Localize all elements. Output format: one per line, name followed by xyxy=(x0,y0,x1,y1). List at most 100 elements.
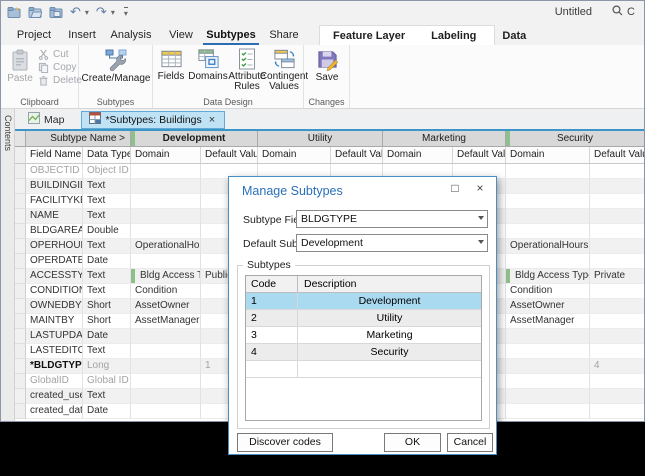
subtype-code-row[interactable] xyxy=(246,361,481,378)
tab-labeling[interactable]: Labeling xyxy=(418,27,489,45)
command-search[interactable]: C xyxy=(612,5,642,19)
cell-sec-domain[interactable] xyxy=(506,389,590,404)
default-subtype-combo[interactable]: Development xyxy=(296,234,488,252)
domain-header[interactable]: Domain xyxy=(506,147,590,164)
cell-sec-domain[interactable]: AssetManager xyxy=(506,314,590,329)
cell-data-type[interactable]: Text xyxy=(83,269,131,284)
create-manage-button[interactable]: Create/Manage xyxy=(82,48,150,84)
fields-button[interactable]: Fields xyxy=(155,48,187,82)
tab-project[interactable]: Project xyxy=(11,25,57,45)
cell-dev-domain[interactable] xyxy=(131,344,201,359)
code-header[interactable]: Code xyxy=(246,276,298,292)
cell-dev-domain[interactable] xyxy=(131,389,201,404)
cell-field-name[interactable]: LASTUPDATE xyxy=(26,329,83,344)
row-selector[interactable] xyxy=(15,359,26,374)
maximize-icon[interactable]: □ xyxy=(444,181,466,195)
cell-sec-domain[interactable]: Condition xyxy=(506,284,590,299)
row-selector[interactable] xyxy=(15,254,26,269)
cell-description[interactable]: Marketing xyxy=(298,327,481,343)
cell-data-type[interactable]: Text xyxy=(83,389,131,404)
cell-sec-default[interactable] xyxy=(590,404,645,419)
redo-dropdown-icon[interactable]: ▾ xyxy=(111,8,115,17)
cell-data-type[interactable]: Date xyxy=(83,329,131,344)
tab-feature-layer[interactable]: Feature Layer xyxy=(320,27,418,45)
cell-sec-domain[interactable] xyxy=(506,374,590,389)
cell-sec-default[interactable]: Private xyxy=(590,269,645,284)
cut-button[interactable]: Cut xyxy=(38,49,82,60)
subtype-header-utility[interactable]: Utility xyxy=(258,131,383,147)
row-selector[interactable] xyxy=(15,179,26,194)
redo-icon[interactable]: ↷ xyxy=(96,5,107,19)
customize-toolbar-icon[interactable]: ▾ xyxy=(124,7,128,18)
cell-data-type[interactable]: Double xyxy=(83,224,131,239)
cell-field-name[interactable]: BUILDINGID xyxy=(26,179,83,194)
cell-dev-domain[interactable] xyxy=(131,179,201,194)
cell-field-name[interactable]: ACCESSTYPE xyxy=(26,269,83,284)
cell-data-type[interactable]: Text xyxy=(83,194,131,209)
domain-header[interactable]: Domain xyxy=(383,147,453,164)
cell-field-name[interactable]: LASTEDITOR xyxy=(26,344,83,359)
cell-sec-domain[interactable] xyxy=(506,209,590,224)
row-selector[interactable] xyxy=(15,404,26,419)
cell-dev-domain[interactable]: Condition xyxy=(131,284,201,299)
cell-dev-domain[interactable] xyxy=(131,404,201,419)
cell-field-name[interactable]: MAINTBY xyxy=(26,314,83,329)
cell-sec-domain[interactable] xyxy=(506,329,590,344)
subtype-header-security[interactable]: Security xyxy=(506,131,645,147)
row-selector[interactable] xyxy=(15,164,26,179)
row-selector[interactable] xyxy=(15,374,26,389)
cell-sec-domain[interactable] xyxy=(506,344,590,359)
cell-data-type[interactable]: Global ID xyxy=(83,374,131,389)
undo-dropdown-icon[interactable]: ▾ xyxy=(85,8,89,17)
cell-field-name[interactable]: CONDITION xyxy=(26,284,83,299)
cell-sec-default[interactable] xyxy=(590,194,645,209)
cell-sec-domain[interactable] xyxy=(506,164,590,179)
row-selector[interactable] xyxy=(15,194,26,209)
cell-sec-default[interactable] xyxy=(590,209,645,224)
cell-sec-default[interactable] xyxy=(590,179,645,194)
contents-pane-tab[interactable]: Contents xyxy=(1,109,15,421)
tab-subtypes[interactable]: Subtypes xyxy=(203,25,259,45)
cell-sec-default[interactable]: 4 xyxy=(590,359,645,374)
cell-description[interactable] xyxy=(298,361,481,377)
copy-button[interactable]: Copy xyxy=(38,62,82,73)
tab-analysis[interactable]: Analysis xyxy=(105,25,157,45)
cell-sec-domain[interactable] xyxy=(506,254,590,269)
tab-subtypes-buildings[interactable]: *Subtypes: Buildings × xyxy=(81,111,225,129)
domain-header[interactable]: Domain xyxy=(258,147,331,164)
cell-code[interactable]: 1 xyxy=(246,293,298,309)
subtype-code-row[interactable]: 2Utility xyxy=(246,310,481,327)
cell-description[interactable]: Development xyxy=(298,293,481,309)
cell-dev-domain[interactable]: AssetManager xyxy=(131,314,201,329)
cell-dev-domain[interactable] xyxy=(131,209,201,224)
cell-data-type[interactable]: Object ID xyxy=(83,164,131,179)
domain-header[interactable]: Domain xyxy=(131,147,201,164)
cell-field-name[interactable]: OPERDATE xyxy=(26,254,83,269)
description-header[interactable]: Description xyxy=(298,276,481,292)
row-selector[interactable] xyxy=(15,389,26,404)
default-value-header[interactable]: Default Value xyxy=(331,147,383,164)
subtype-name-header[interactable]: Subtype Name > xyxy=(26,131,131,147)
cell-field-name[interactable]: OPERHOURS xyxy=(26,239,83,254)
cell-description[interactable]: Utility xyxy=(298,310,481,326)
row-selector[interactable] xyxy=(15,269,26,284)
subtype-field-combo[interactable]: BLDGTYPE xyxy=(296,210,488,228)
row-selector[interactable] xyxy=(15,299,26,314)
cell-sec-default[interactable] xyxy=(590,374,645,389)
row-selector[interactable] xyxy=(15,239,26,254)
cell-sec-default[interactable] xyxy=(590,344,645,359)
cell-sec-domain[interactable] xyxy=(506,404,590,419)
subtype-code-row[interactable]: 1Development xyxy=(246,293,481,310)
discover-codes-button[interactable]: Discover codes xyxy=(237,433,333,452)
row-header-corner[interactable] xyxy=(15,131,26,147)
open-project-icon[interactable] xyxy=(28,5,42,19)
cell-field-name[interactable]: BLDGAREA xyxy=(26,224,83,239)
row-selector[interactable] xyxy=(15,224,26,239)
save-edits-button[interactable]: Save xyxy=(310,48,344,83)
row-selector[interactable] xyxy=(15,284,26,299)
cell-dev-domain[interactable] xyxy=(131,359,201,374)
cell-dev-domain[interactable]: Bldg Access Type xyxy=(131,269,201,284)
tab-map[interactable]: Map xyxy=(21,111,73,129)
cell-sec-default[interactable] xyxy=(590,164,645,179)
subtype-code-row[interactable]: 4Security xyxy=(246,344,481,361)
